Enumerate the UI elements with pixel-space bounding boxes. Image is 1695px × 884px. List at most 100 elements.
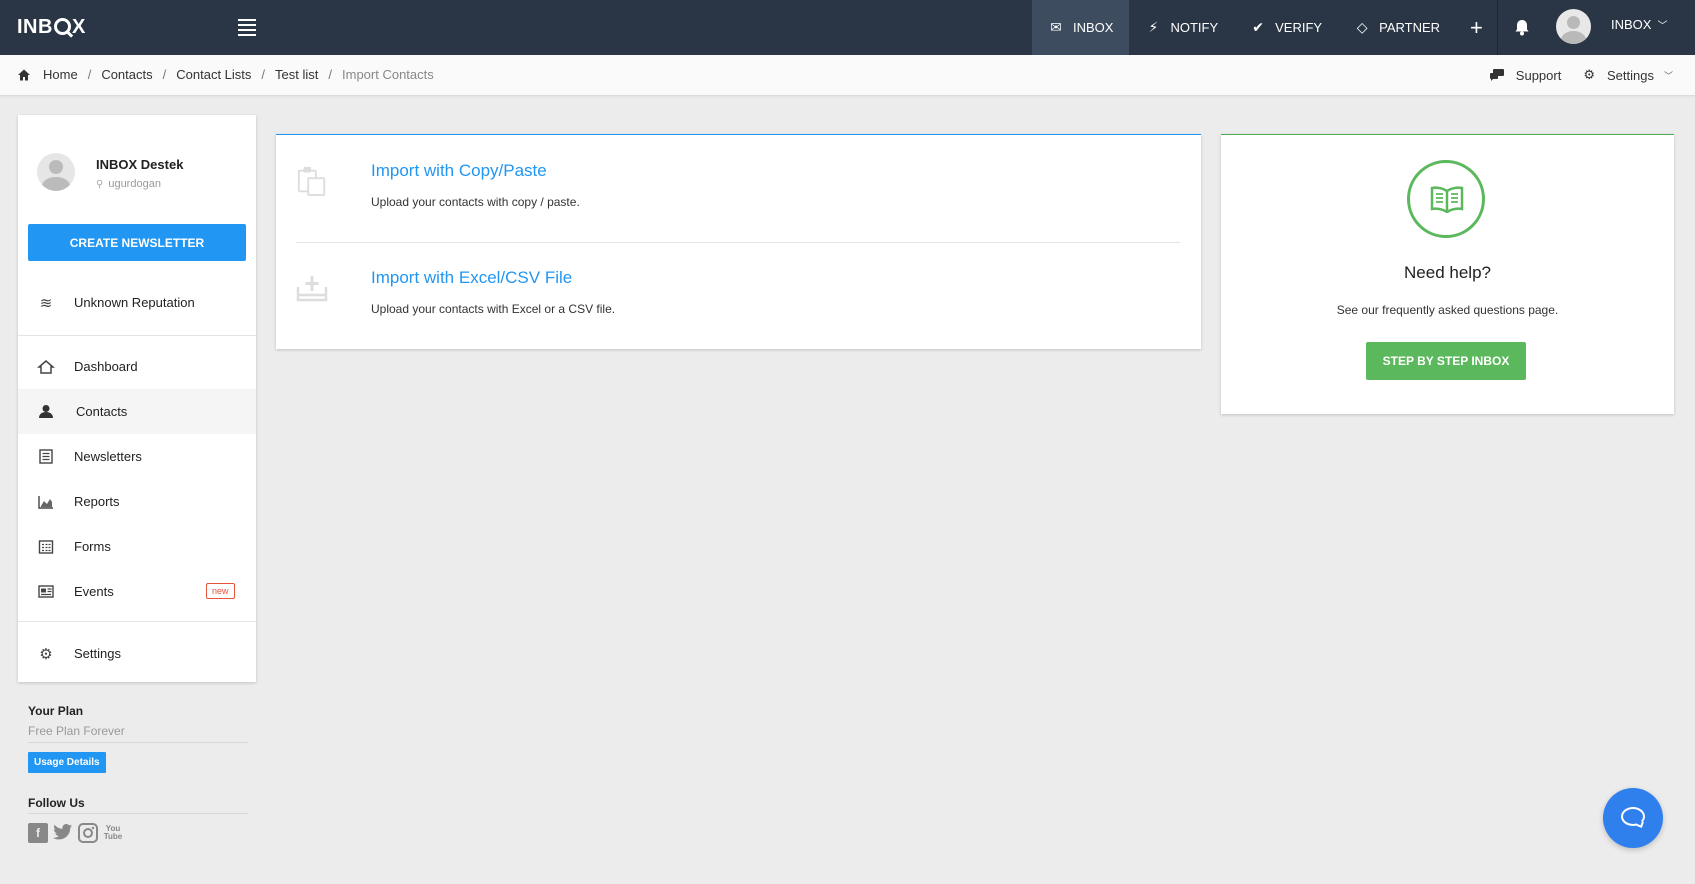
reputation-label: Unknown Reputation <box>74 295 195 310</box>
sidebar-item-label: Contacts <box>76 404 128 419</box>
upload-icon <box>296 276 328 302</box>
sidebar-divider <box>18 335 256 336</box>
breadcrumb-contacts[interactable]: Contacts <box>101 67 152 82</box>
sidebar-item-label: Forms <box>74 539 111 554</box>
import-copy-paste-desc: Upload your contacts with copy / paste. <box>371 195 580 209</box>
sidebar-item-label: Events <box>74 584 114 599</box>
new-badge: new <box>206 583 235 599</box>
follow-us-title: Follow Us <box>28 796 85 810</box>
copy-icon <box>297 166 326 197</box>
help-card: Need help? See our frequently asked ques… <box>1221 134 1674 414</box>
sidebar-item-dashboard[interactable]: Dashboard <box>18 344 256 389</box>
nav-notify-label: NOTIFY <box>1170 20 1219 35</box>
newsletter-icon <box>39 449 53 464</box>
plan-name: Free Plan Forever <box>28 724 125 738</box>
plus-icon: + <box>1470 14 1483 40</box>
nav-partner-label: PARTNER <box>1379 20 1441 35</box>
chevron-down-icon: ﹀ <box>1663 70 1673 81</box>
menu-toggle-icon[interactable] <box>238 19 256 36</box>
breadcrumb-separator: / <box>328 67 332 82</box>
inbox-logo[interactable]: INB X <box>17 16 86 39</box>
home-icon <box>37 359 55 374</box>
reputation-item[interactable]: ≋ Unknown Reputation <box>18 280 256 325</box>
profile-username-text: ugurdogan <box>108 178 161 190</box>
import-copy-paste-option[interactable]: Import with Copy/Paste Upload your conta… <box>276 135 1201 241</box>
nav-inbox[interactable]: ✉ INBOX <box>1032 0 1130 55</box>
breadcrumb: Home / Contacts / Contact Lists / Test l… <box>17 67 434 82</box>
settings-label: Settings <box>1607 67 1654 83</box>
facebook-icon[interactable]: f <box>28 823 48 843</box>
waves-icon: ≋ <box>39 294 53 312</box>
twitter-icon[interactable] <box>53 823 73 843</box>
social-links: f You Tube <box>28 823 128 843</box>
mail-icon: ✉ <box>1050 19 1062 35</box>
book-icon <box>1407 160 1485 238</box>
nav-verify[interactable]: ✔ VERIFY <box>1234 0 1338 55</box>
logo-text: INB <box>17 16 53 38</box>
user-menu-label: INBOX <box>1611 17 1652 32</box>
import-options-card: Import with Copy/Paste Upload your conta… <box>276 134 1201 349</box>
sidebar-item-settings[interactable]: ⚙ Settings <box>18 631 256 676</box>
support-link[interactable]: Support <box>1489 67 1561 83</box>
breadcrumb-contact-lists[interactable]: Contact Lists <box>176 67 251 82</box>
bolt-icon: ⚡ <box>1148 19 1159 35</box>
nav-verify-label: VERIFY <box>1275 20 1323 35</box>
chat-launcher-button[interactable] <box>1603 788 1663 848</box>
events-icon <box>38 585 54 598</box>
plan-divider <box>28 742 248 743</box>
youtube-text: You Tube <box>103 824 123 841</box>
import-copy-paste-title[interactable]: Import with Copy/Paste <box>371 161 547 181</box>
help-description: See our frequently asked questions page. <box>1336 303 1559 317</box>
sidebar-item-events[interactable]: Events new <box>18 569 256 614</box>
profile-username: ⚲ ugurdogan <box>96 178 161 190</box>
breadcrumb-bar: Home / Contacts / Contact Lists / Test l… <box>0 55 1695 96</box>
import-excel-csv-option[interactable]: Import with Excel/CSV File Upload your c… <box>276 242 1201 348</box>
sidebar: INBOX Destek ⚲ ugurdogan CREATE NEWSLETTE… <box>18 115 256 682</box>
nav-partner[interactable]: ◇ PARTNER <box>1338 0 1456 55</box>
sidebar-item-contacts[interactable]: Contacts <box>18 389 256 434</box>
sidebar-item-reports[interactable]: Reports <box>18 479 256 524</box>
contacts-icon <box>39 405 53 418</box>
form-icon <box>38 539 54 554</box>
plan-title: Your Plan <box>28 704 84 718</box>
chevron-down-icon: ﹀ <box>1657 21 1668 32</box>
breadcrumb-actions: Support ⚙ Settings ﹀ <box>1489 67 1695 83</box>
youtube-icon[interactable]: You Tube <box>103 823 123 843</box>
breadcrumb-home[interactable]: Home <box>43 67 78 82</box>
chat-bubble-tail <box>1636 820 1644 828</box>
sidebar-item-label: Dashboard <box>74 359 138 374</box>
step-by-step-button[interactable]: STEP BY STEP INBOX <box>1366 342 1526 380</box>
sidebar-item-forms[interactable]: Forms <box>18 524 256 569</box>
import-excel-csv-desc: Upload your contacts with Excel or a CSV… <box>371 302 616 316</box>
breadcrumb-current: Import Contacts <box>342 67 434 82</box>
user-avatar[interactable] <box>1556 9 1591 44</box>
gear-icon: ⚙ <box>39 645 53 663</box>
help-title: Need help? <box>1404 263 1491 282</box>
profile-name: INBOX Destek <box>96 157 184 172</box>
create-newsletter-button[interactable]: CREATE NEWSLETTER <box>28 224 246 261</box>
breadcrumb-separator: / <box>87 67 92 82</box>
gear-icon: ⚙ <box>1583 67 1595 82</box>
sidebar-divider <box>18 621 256 622</box>
breadcrumb-separator: / <box>261 67 266 82</box>
profile-avatar[interactable] <box>37 153 75 191</box>
sidebar-item-label: Reports <box>74 494 120 509</box>
add-button[interactable]: + <box>1456 0 1497 55</box>
product-nav: ✉ INBOX ⚡ NOTIFY ✔ VERIFY ◇ PARTNER + <box>1032 0 1546 55</box>
breadcrumb-test-list[interactable]: Test list <box>275 67 318 82</box>
home-icon[interactable] <box>17 69 31 81</box>
user-menu[interactable]: INBOX ﹀ <box>1611 17 1667 32</box>
usage-details-button[interactable]: Usage Details <box>28 752 106 773</box>
nav-inbox-label: INBOX <box>1073 20 1114 35</box>
bell-icon <box>1515 20 1529 36</box>
nav-notify[interactable]: ⚡ NOTIFY <box>1129 0 1234 55</box>
instagram-icon[interactable] <box>78 823 98 843</box>
settings-menu[interactable]: ⚙ Settings ﹀ <box>1583 67 1673 83</box>
sidebar-item-label: Newsletters <box>74 449 142 464</box>
diamond-icon: ◇ <box>1356 19 1368 35</box>
sidebar-item-newsletters[interactable]: Newsletters <box>18 434 256 479</box>
sidebar-item-label: Settings <box>74 646 121 661</box>
import-excel-csv-title[interactable]: Import with Excel/CSV File <box>371 268 572 288</box>
notifications-button[interactable] <box>1498 0 1546 55</box>
logo-suffix: X <box>71 16 86 38</box>
